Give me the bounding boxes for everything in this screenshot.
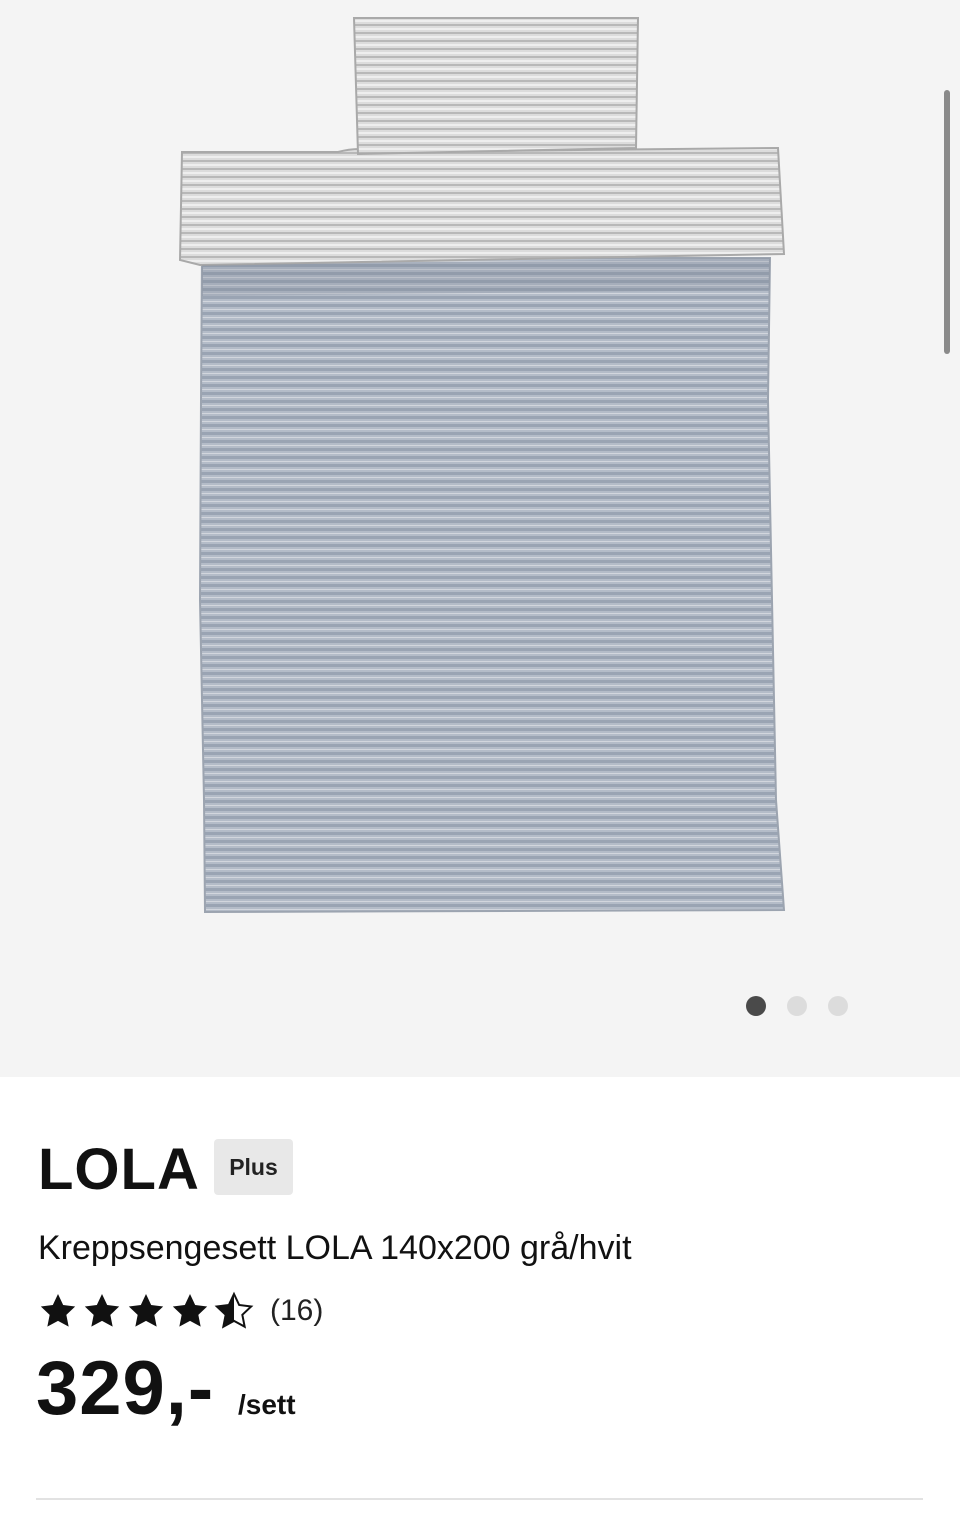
price-value: 329,-	[36, 1346, 215, 1431]
carousel-dot-3[interactable]	[828, 996, 848, 1016]
divider	[36, 1498, 923, 1500]
star-half-icon	[214, 1291, 254, 1329]
product-image-gallery[interactable]	[0, 0, 960, 1077]
rating-stars	[38, 1291, 254, 1331]
product-image[interactable]	[0, 0, 960, 1077]
scrollbar[interactable]	[944, 90, 950, 354]
carousel-pagination	[746, 996, 848, 1016]
star-full-icon	[84, 1294, 120, 1327]
star-full-icon	[172, 1294, 208, 1327]
product-brand: LOLA	[38, 1137, 200, 1202]
product-info: LOLA Plus Kreppsengesett LOLA 140x200 gr…	[0, 1077, 960, 1514]
carousel-dot-1[interactable]	[746, 996, 766, 1016]
product-rating[interactable]: (16)	[38, 1291, 323, 1331]
star-full-icon	[128, 1294, 164, 1327]
carousel-dot-2[interactable]	[787, 996, 807, 1016]
price-unit: /sett	[238, 1389, 296, 1420]
plus-badge: Plus	[214, 1139, 293, 1195]
star-full-icon	[40, 1294, 76, 1327]
product-title: Kreppsengesett LOLA 140x200 grå/hvit	[38, 1229, 632, 1267]
review-count[interactable]: (16)	[270, 1294, 323, 1328]
